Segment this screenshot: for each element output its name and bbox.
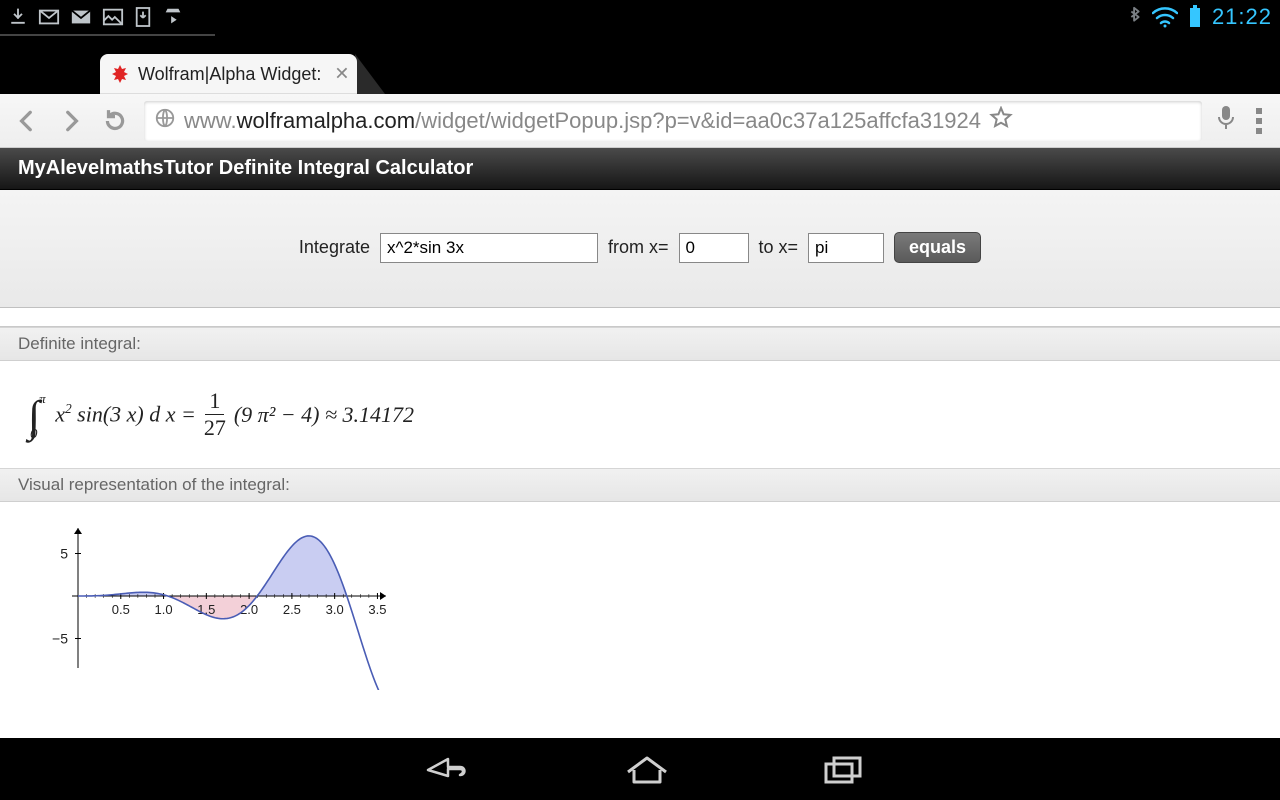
widget-title: MyAlevelmathsTutor Definite Integral Cal…: [0, 148, 1280, 190]
browser-menu-button[interactable]: [1250, 108, 1268, 134]
to-label: to x=: [759, 237, 799, 258]
from-label: from x=: [608, 237, 669, 258]
svg-text:2.5: 2.5: [283, 602, 301, 617]
forward-button[interactable]: [56, 106, 86, 136]
upper-bound-input[interactable]: [808, 233, 884, 263]
svg-text:2.0: 2.0: [240, 602, 258, 617]
wolfram-favicon-icon: [110, 64, 130, 84]
address-bar[interactable]: www.wolframalpha.com/widget/widgetPopup.…: [144, 101, 1202, 141]
svg-text:1.0: 1.0: [155, 602, 173, 617]
back-nav-icon[interactable]: [414, 752, 474, 788]
bluetooth-icon: [1128, 6, 1142, 28]
download-icon: [8, 7, 28, 27]
definite-integral-result: ∫ π 0 x2 sin(3 x) d x = 1 27 (9 π² − 4) …: [0, 361, 1280, 468]
globe-icon: [154, 107, 176, 134]
back-button[interactable]: [12, 106, 42, 136]
battery-icon: [1188, 5, 1202, 29]
svg-text:3.5: 3.5: [368, 602, 386, 617]
install-icon: [134, 7, 152, 27]
new-tab-button[interactable]: [355, 54, 385, 94]
image-icon: [102, 7, 124, 27]
gmail-icon: [70, 7, 92, 27]
voice-search-icon[interactable]: [1216, 104, 1236, 137]
android-nav-bar: [0, 738, 1280, 800]
lower-bound-input[interactable]: [679, 233, 749, 263]
status-clock: 21:22: [1212, 4, 1272, 30]
svg-text:5: 5: [60, 546, 68, 562]
function-input[interactable]: [380, 233, 598, 263]
definite-integral-header: Definite integral:: [0, 327, 1280, 361]
url-text: www.wolframalpha.com/widget/widgetPopup.…: [184, 108, 981, 134]
tab-close-icon[interactable]: ✕: [334, 64, 349, 85]
equals-button[interactable]: equals: [894, 232, 981, 263]
home-nav-icon[interactable]: [624, 752, 670, 788]
browser-toolbar: www.wolframalpha.com/widget/widgetPopup.…: [0, 94, 1280, 148]
integral-input-row: Integrate from x= to x= equals: [0, 190, 1280, 308]
wifi-icon: [1152, 6, 1178, 28]
web-page-viewport: MyAlevelmathsTutor Definite Integral Cal…: [0, 148, 1280, 738]
svg-text:0.5: 0.5: [112, 602, 130, 617]
recents-nav-icon[interactable]: [820, 752, 866, 788]
tab-title: Wolfram|Alpha Widget:: [138, 64, 321, 85]
svg-text:3.0: 3.0: [326, 602, 344, 617]
reload-button[interactable]: [100, 106, 130, 136]
tab-strip: Wolfram|Alpha Widget: ✕: [0, 36, 1280, 94]
visual-rep-header: Visual representation of the integral:: [0, 468, 1280, 502]
mail-icon: [38, 7, 60, 27]
android-status-bar: 21:22: [0, 0, 1280, 34]
integral-plot: 0.51.01.52.02.53.03.5−55: [0, 502, 1280, 690]
svg-text:−5: −5: [52, 631, 68, 647]
bookmark-star-icon[interactable]: [989, 106, 1013, 135]
browser-tab[interactable]: Wolfram|Alpha Widget: ✕: [100, 54, 357, 94]
play-store-icon: [162, 6, 184, 28]
integrate-label: Integrate: [299, 237, 370, 258]
